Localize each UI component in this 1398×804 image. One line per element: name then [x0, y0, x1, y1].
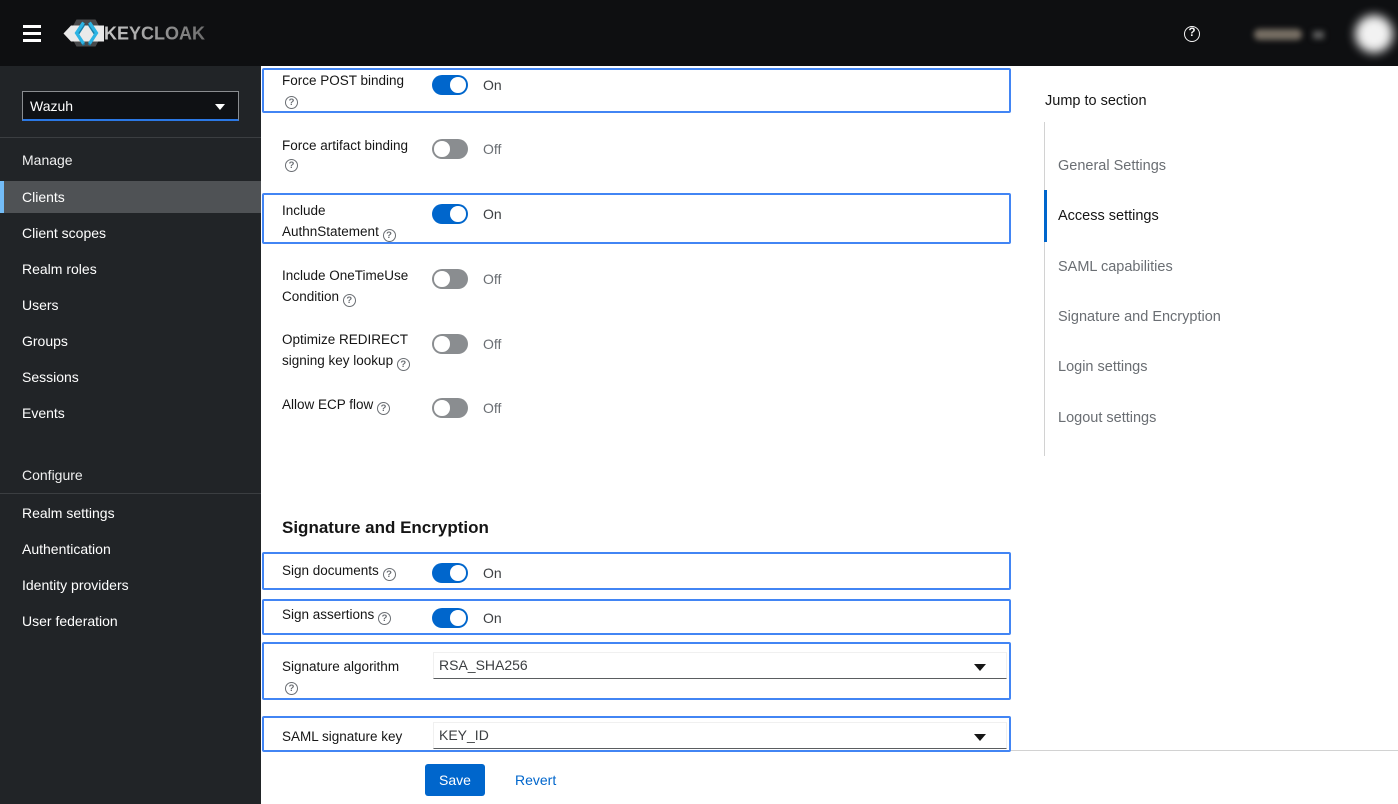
- svg-text:KEYCLOAK: KEYCLOAK: [104, 24, 205, 44]
